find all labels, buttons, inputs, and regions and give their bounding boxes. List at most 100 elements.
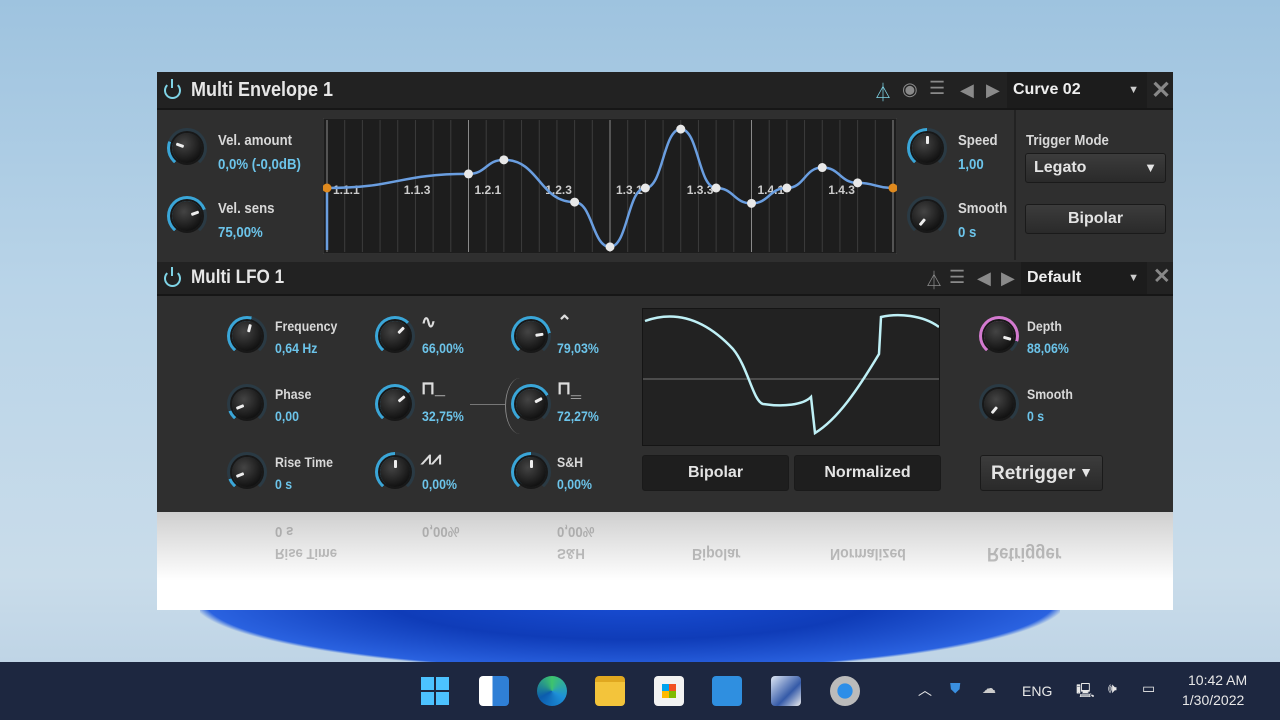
paint-icon[interactable] <box>771 676 801 706</box>
sh-value: 0,00% <box>557 476 592 492</box>
knob-indicator <box>175 142 185 149</box>
language-indicator[interactable]: ENG <box>1022 683 1052 699</box>
lfo-smooth-knob[interactable] <box>979 384 1019 424</box>
envelope-header: Multi Envelope 1 ⏃ ◉ ☰ ◀ ▶ Curve 02 ▼ ✕ <box>157 72 1173 110</box>
phase-knob[interactable] <box>227 384 267 424</box>
battery-icon[interactable]: ▭ <box>1142 680 1155 697</box>
vel-sens-knob[interactable] <box>167 196 207 236</box>
square-value: 32,75% <box>422 408 464 424</box>
retrigger-value: Retrigger <box>991 463 1076 484</box>
security-warning-icon[interactable]: ⛊ <box>950 680 961 697</box>
edge-icon[interactable] <box>537 676 567 706</box>
knob-indicator <box>394 460 397 468</box>
wallpaper-swirl <box>200 600 1060 670</box>
lfo-smooth-value: 0 s <box>1027 408 1045 424</box>
menu-icon[interactable]: ☰ <box>949 267 965 288</box>
envelope-close-icon[interactable]: ✕ <box>1151 76 1171 105</box>
metronome-icon[interactable]: ⏃ <box>874 79 892 105</box>
lfo-power-icon[interactable] <box>164 266 181 287</box>
chevron-down-icon: ▼ <box>1128 84 1139 96</box>
knob-indicator <box>926 136 929 144</box>
env-smooth-knob[interactable] <box>907 196 947 236</box>
retrigger-dropdown[interactable]: Retrigger ▼ <box>980 455 1103 491</box>
triangle-value: 79,03% <box>557 340 599 356</box>
menu-icon[interactable]: ☰ <box>929 78 945 99</box>
depth-knob[interactable] <box>979 316 1019 356</box>
settings-icon[interactable] <box>830 676 860 706</box>
grid-label: 1.1.3 <box>404 183 431 197</box>
lfo-preset-dropdown[interactable]: Default ▼ <box>1021 262 1147 294</box>
sine-value: 66,00% <box>422 340 464 356</box>
depth-label: Depth <box>1027 318 1062 334</box>
trigger-mode-label: Trigger Mode <box>1026 132 1109 149</box>
envelope-point[interactable] <box>640 183 650 193</box>
rise-time-knob[interactable] <box>227 452 267 492</box>
clock-date[interactable]: 1/30/2022 <box>1182 692 1244 708</box>
envelope-point[interactable] <box>605 242 615 252</box>
triangle-knob[interactable] <box>511 316 551 356</box>
panel-reflection: Rise Time 0 s 0,00% S&H 0,00% Bipolar No… <box>157 512 1173 610</box>
network-icon[interactable]: 🖳 <box>1076 680 1095 704</box>
prev-preset-icon[interactable]: ◀ <box>960 80 974 101</box>
envelope-point[interactable] <box>676 124 686 134</box>
start-icon[interactable] <box>420 676 450 706</box>
square-knob[interactable] <box>375 384 415 424</box>
vel-sens-value: 75,00% <box>218 224 263 241</box>
env-smooth-value: 0 s <box>958 224 977 241</box>
envelope-point[interactable] <box>711 183 721 193</box>
knob-indicator <box>190 210 200 217</box>
knob-indicator <box>235 404 245 410</box>
envelope-point[interactable] <box>817 163 827 173</box>
next-preset-icon[interactable]: ▶ <box>1001 268 1015 289</box>
envelope-preset-dropdown[interactable]: Curve 02 ▼ <box>1007 72 1147 108</box>
phase-label: Phase <box>275 386 312 402</box>
clock-time[interactable]: 10:42 AM <box>1188 672 1247 688</box>
reflection-text: Rise Time <box>275 545 338 562</box>
saw-knob[interactable] <box>375 452 415 492</box>
envelope-point[interactable] <box>853 178 863 188</box>
envelope-point[interactable] <box>782 183 792 193</box>
sine-knob[interactable] <box>375 316 415 356</box>
pulse-wave-icon: ⊓‗ <box>557 378 581 398</box>
sh-label: S&H <box>557 454 584 470</box>
metronome-icon[interactable]: ⏃ <box>925 267 943 293</box>
store-icon[interactable] <box>654 676 684 706</box>
eye-icon[interactable]: ◉ <box>902 79 918 100</box>
trigger-mode-dropdown[interactable]: Legato ▼ <box>1025 153 1166 183</box>
envelope-editor[interactable]: 1.1.1 1.1.3 1.2.1 1.2.3 1.3.1 1.3.3 1.4.1 1.4.3 <box>323 118 897 254</box>
onedrive-icon[interactable]: ☁ <box>982 680 996 697</box>
lfo-waveform-display <box>642 308 940 446</box>
trigger-mode-value: Legato <box>1034 159 1087 176</box>
envelope-point[interactable] <box>747 198 756 208</box>
vel-amount-knob[interactable] <box>167 128 207 168</box>
knob-indicator <box>397 326 406 335</box>
lfo-bipolar-button[interactable]: Bipolar <box>642 455 789 491</box>
rise-time-label: Rise Time <box>275 454 333 470</box>
envelope-point[interactable] <box>499 155 509 165</box>
mail-icon[interactable] <box>712 676 742 706</box>
volume-icon[interactable]: 🕪 <box>1108 680 1117 697</box>
sh-knob[interactable] <box>511 452 551 492</box>
knob-indicator <box>530 460 533 468</box>
env-bipolar-button[interactable]: Bipolar <box>1025 204 1166 234</box>
pulse-knob[interactable] <box>511 384 551 424</box>
envelope-point[interactable] <box>570 197 580 207</box>
envelope-point[interactable] <box>464 169 473 179</box>
frequency-knob[interactable] <box>227 316 267 356</box>
widgets-icon[interactable] <box>479 676 509 706</box>
lfo-close-icon[interactable]: ✕ <box>1153 264 1171 289</box>
normalized-button[interactable]: Normalized <box>794 455 941 491</box>
speed-knob[interactable] <box>907 128 947 168</box>
file-explorer-icon[interactable] <box>595 676 625 706</box>
knob-indicator <box>397 395 406 403</box>
next-preset-icon[interactable]: ▶ <box>986 80 1000 101</box>
preset-name: Curve 02 <box>1013 81 1081 98</box>
prev-preset-icon[interactable]: ◀ <box>977 268 991 289</box>
preset-name: Default <box>1027 269 1082 286</box>
lfo-smooth-label: Smooth <box>1027 386 1073 402</box>
reflection-text: 0 s <box>275 523 294 540</box>
envelope-power-icon[interactable] <box>164 78 181 99</box>
divider <box>1014 110 1016 260</box>
knob-indicator <box>247 323 252 333</box>
show-hidden-icons-chevron[interactable]: ︿ <box>918 680 932 700</box>
